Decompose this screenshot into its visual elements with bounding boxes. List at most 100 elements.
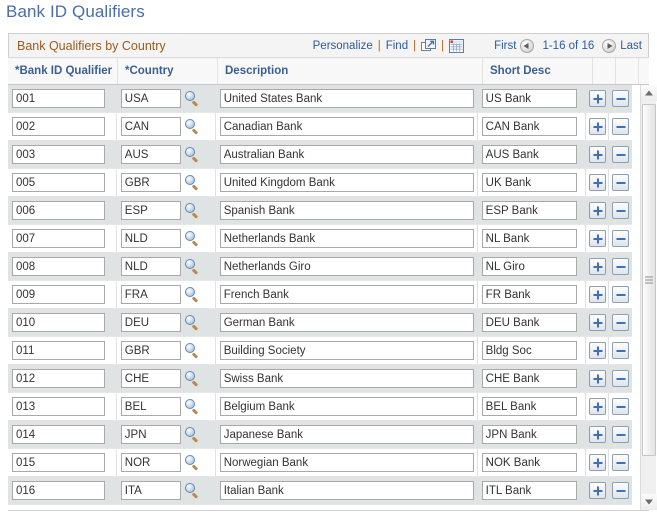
add-row-button[interactable]: [589, 342, 607, 359]
delete-row-button[interactable]: [612, 230, 630, 247]
description-input[interactable]: [219, 201, 474, 220]
short-desc-input[interactable]: [481, 313, 577, 332]
magnifier-lookup-icon[interactable]: [184, 119, 200, 134]
bank-id-qualifier-input[interactable]: [12, 313, 105, 332]
description-input[interactable]: [219, 145, 474, 164]
next-page-arrow-icon[interactable]: [602, 38, 617, 53]
short-desc-input[interactable]: [481, 89, 577, 108]
delete-row-button[interactable]: [612, 146, 630, 163]
bank-id-qualifier-input[interactable]: [12, 285, 105, 304]
short-desc-input[interactable]: [481, 369, 577, 388]
country-input[interactable]: [120, 369, 181, 388]
short-desc-input[interactable]: [481, 453, 577, 472]
grid-vertical-scrollbar[interactable]: [640, 85, 657, 510]
magnifier-lookup-icon[interactable]: [184, 371, 200, 386]
description-input[interactable]: [219, 89, 474, 108]
country-input[interactable]: [120, 481, 181, 500]
country-input[interactable]: [120, 117, 181, 136]
description-input[interactable]: [219, 117, 474, 136]
short-desc-input[interactable]: [481, 341, 577, 360]
delete-row-button[interactable]: [612, 286, 630, 303]
short-desc-input[interactable]: [481, 397, 577, 416]
add-row-button[interactable]: [589, 426, 607, 443]
description-input[interactable]: [219, 397, 474, 416]
magnifier-lookup-icon[interactable]: [184, 455, 200, 470]
add-row-button[interactable]: [589, 286, 607, 303]
magnifier-lookup-icon[interactable]: [184, 315, 200, 330]
bank-id-qualifier-input[interactable]: [12, 425, 105, 444]
add-row-button[interactable]: [589, 118, 607, 135]
country-input[interactable]: [120, 229, 181, 248]
add-row-button[interactable]: [589, 314, 607, 331]
description-input[interactable]: [219, 313, 474, 332]
short-desc-input[interactable]: [481, 117, 577, 136]
description-input[interactable]: [219, 341, 474, 360]
bank-id-qualifier-input[interactable]: [12, 145, 105, 164]
description-input[interactable]: [219, 229, 474, 248]
bank-id-qualifier-input[interactable]: [12, 481, 105, 500]
description-input[interactable]: [219, 425, 474, 444]
magnifier-lookup-icon[interactable]: [184, 175, 200, 190]
magnifier-lookup-icon[interactable]: [184, 259, 200, 274]
short-desc-input[interactable]: [481, 481, 577, 500]
bank-id-qualifier-input[interactable]: [12, 369, 105, 388]
add-row-button[interactable]: [589, 398, 607, 415]
add-row-button[interactable]: [589, 202, 607, 219]
short-desc-input[interactable]: [481, 257, 577, 276]
bank-id-qualifier-input[interactable]: [12, 201, 105, 220]
add-row-button[interactable]: [589, 482, 607, 499]
delete-row-button[interactable]: [612, 90, 630, 107]
new-window-icon[interactable]: [421, 38, 437, 53]
last-link[interactable]: Last: [620, 40, 642, 52]
first-link[interactable]: First: [494, 40, 516, 52]
magnifier-lookup-icon[interactable]: [184, 147, 200, 162]
delete-row-button[interactable]: [612, 202, 630, 219]
scroll-up-arrow-icon[interactable]: [641, 85, 657, 101]
magnifier-lookup-icon[interactable]: [184, 287, 200, 302]
add-row-button[interactable]: [589, 454, 607, 471]
country-input[interactable]: [120, 257, 181, 276]
add-row-button[interactable]: [589, 258, 607, 275]
scrollbar-thumb[interactable]: [642, 104, 656, 456]
description-input[interactable]: [219, 481, 474, 500]
delete-row-button[interactable]: [612, 370, 630, 387]
magnifier-lookup-icon[interactable]: [184, 399, 200, 414]
country-input[interactable]: [120, 285, 181, 304]
country-input[interactable]: [120, 453, 181, 472]
country-input[interactable]: [120, 397, 181, 416]
personalize-link[interactable]: Personalize: [313, 40, 373, 52]
description-input[interactable]: [219, 257, 474, 276]
short-desc-input[interactable]: [481, 229, 577, 248]
country-input[interactable]: [120, 425, 181, 444]
country-input[interactable]: [120, 145, 181, 164]
description-input[interactable]: [219, 285, 474, 304]
add-row-button[interactable]: [589, 146, 607, 163]
add-row-button[interactable]: [589, 90, 607, 107]
bank-id-qualifier-input[interactable]: [12, 229, 105, 248]
bank-id-qualifier-input[interactable]: [12, 117, 105, 136]
bank-id-qualifier-input[interactable]: [12, 341, 105, 360]
country-input[interactable]: [120, 173, 181, 192]
delete-row-button[interactable]: [612, 398, 630, 415]
magnifier-lookup-icon[interactable]: [184, 231, 200, 246]
country-input[interactable]: [120, 313, 181, 332]
spreadsheet-grid-icon[interactable]: [449, 38, 465, 53]
bank-id-qualifier-input[interactable]: [12, 89, 105, 108]
scroll-down-arrow-icon[interactable]: [641, 494, 657, 510]
bank-id-qualifier-input[interactable]: [12, 397, 105, 416]
magnifier-lookup-icon[interactable]: [184, 343, 200, 358]
short-desc-input[interactable]: [481, 425, 577, 444]
description-input[interactable]: [219, 369, 474, 388]
find-link[interactable]: Find: [386, 40, 408, 52]
delete-row-button[interactable]: [612, 118, 630, 135]
add-row-button[interactable]: [589, 230, 607, 247]
bank-id-qualifier-input[interactable]: [12, 257, 105, 276]
add-row-button[interactable]: [589, 174, 607, 191]
delete-row-button[interactable]: [612, 174, 630, 191]
delete-row-button[interactable]: [612, 258, 630, 275]
previous-page-arrow-icon[interactable]: [520, 38, 535, 53]
short-desc-input[interactable]: [481, 285, 577, 304]
country-input[interactable]: [120, 201, 181, 220]
delete-row-button[interactable]: [612, 342, 630, 359]
short-desc-input[interactable]: [481, 145, 577, 164]
